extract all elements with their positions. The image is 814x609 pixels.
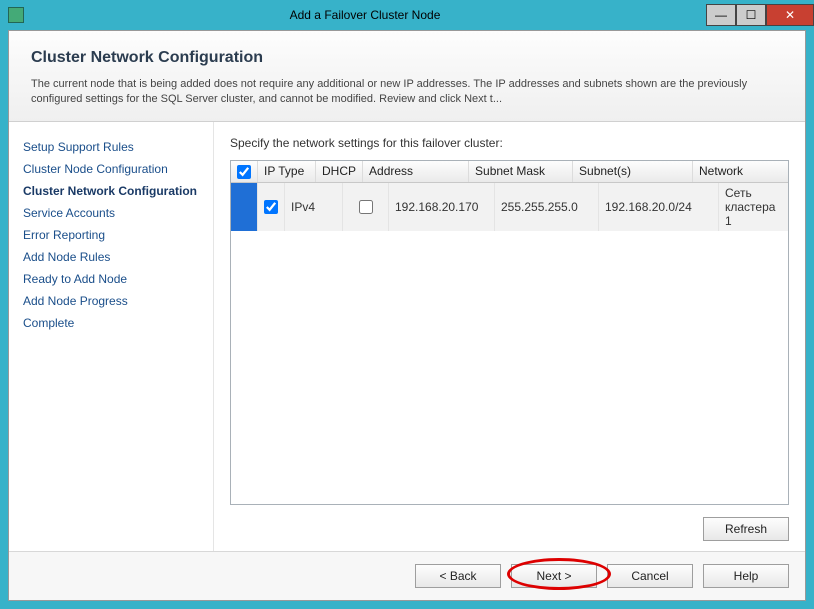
back-button[interactable]: < Back	[415, 564, 501, 588]
sidebar-item-cluster-node-configuration[interactable]: Cluster Node Configuration	[23, 158, 203, 180]
col-header-address[interactable]: Address	[363, 161, 469, 182]
help-button[interactable]: Help	[703, 564, 789, 588]
cell-network: Сеть кластера 1	[719, 183, 789, 231]
minimize-icon: —	[715, 8, 727, 22]
network-grid: IP Type DHCP Address Subnet Mask Subnet(…	[230, 160, 789, 505]
next-button[interactable]: Next >	[511, 564, 597, 588]
sidebar: Setup Support Rules Cluster Node Configu…	[9, 122, 214, 551]
close-button[interactable]: ✕	[766, 4, 814, 26]
row-selector[interactable]	[231, 182, 258, 231]
cell-address: 192.168.20.170	[389, 183, 495, 231]
close-icon: ✕	[785, 8, 795, 22]
cell-mask: 255.255.255.0	[495, 183, 599, 231]
refresh-button[interactable]: Refresh	[703, 517, 789, 541]
row-checkbox[interactable]	[264, 200, 278, 214]
sidebar-item-complete[interactable]: Complete	[23, 312, 203, 334]
sidebar-item-cluster-network-configuration[interactable]: Cluster Network Configuration	[23, 180, 203, 202]
maximize-icon: ☐	[746, 8, 757, 22]
cell-iptype: IPv4	[285, 183, 343, 231]
sidebar-item-error-reporting[interactable]: Error Reporting	[23, 224, 203, 246]
page-title: Cluster Network Configuration	[31, 49, 783, 67]
wizard-window: Add a Failover Cluster Node — ☐ ✕ Cluste…	[0, 0, 814, 609]
titlebar: Add a Failover Cluster Node — ☐ ✕	[0, 0, 814, 30]
col-header-checkbox[interactable]	[231, 161, 258, 182]
col-header-network[interactable]: Network	[693, 161, 788, 182]
app-icon	[8, 7, 24, 23]
col-header-dhcp[interactable]: DHCP	[316, 161, 363, 182]
minimize-button[interactable]: —	[706, 4, 736, 26]
sidebar-item-add-node-progress[interactable]: Add Node Progress	[23, 290, 203, 312]
window-buttons: — ☐ ✕	[706, 5, 814, 26]
sidebar-item-service-accounts[interactable]: Service Accounts	[23, 202, 203, 224]
sidebar-item-add-node-rules[interactable]: Add Node Rules	[23, 246, 203, 268]
sidebar-item-setup-support-rules[interactable]: Setup Support Rules	[23, 136, 203, 158]
cell-subnets: 192.168.20.0/24	[599, 183, 719, 231]
footer: < Back Next > Cancel Help	[9, 551, 805, 600]
maximize-button[interactable]: ☐	[736, 4, 766, 26]
col-header-subnets[interactable]: Subnet(s)	[573, 161, 693, 182]
sidebar-item-ready-to-add-node[interactable]: Ready to Add Node	[23, 268, 203, 290]
col-header-mask[interactable]: Subnet Mask	[469, 161, 573, 182]
network-table: IP Type DHCP Address Subnet Mask Subnet(…	[231, 161, 788, 231]
cancel-button[interactable]: Cancel	[607, 564, 693, 588]
cell-dhcp[interactable]	[343, 183, 389, 231]
main-panel: Specify the network settings for this fa…	[214, 122, 805, 551]
header-checkbox[interactable]	[237, 165, 251, 179]
grid-empty-area	[231, 231, 788, 504]
page-header: Cluster Network Configuration The curren…	[9, 31, 805, 122]
instruction-text: Specify the network settings for this fa…	[230, 136, 789, 150]
refresh-row: Refresh	[230, 505, 789, 541]
window-title: Add a Failover Cluster Node	[24, 8, 706, 22]
body: Setup Support Rules Cluster Node Configu…	[9, 122, 805, 551]
table-row[interactable]: IPv4 192.168.20.170 255.255.255.0 192.16…	[231, 182, 788, 231]
page-description: The current node that is being added doe…	[31, 77, 783, 107]
client-area: Cluster Network Configuration The curren…	[8, 30, 806, 601]
row-checkbox-cell[interactable]	[258, 183, 285, 231]
dhcp-checkbox[interactable]	[359, 200, 373, 214]
col-header-iptype[interactable]: IP Type	[258, 161, 316, 182]
